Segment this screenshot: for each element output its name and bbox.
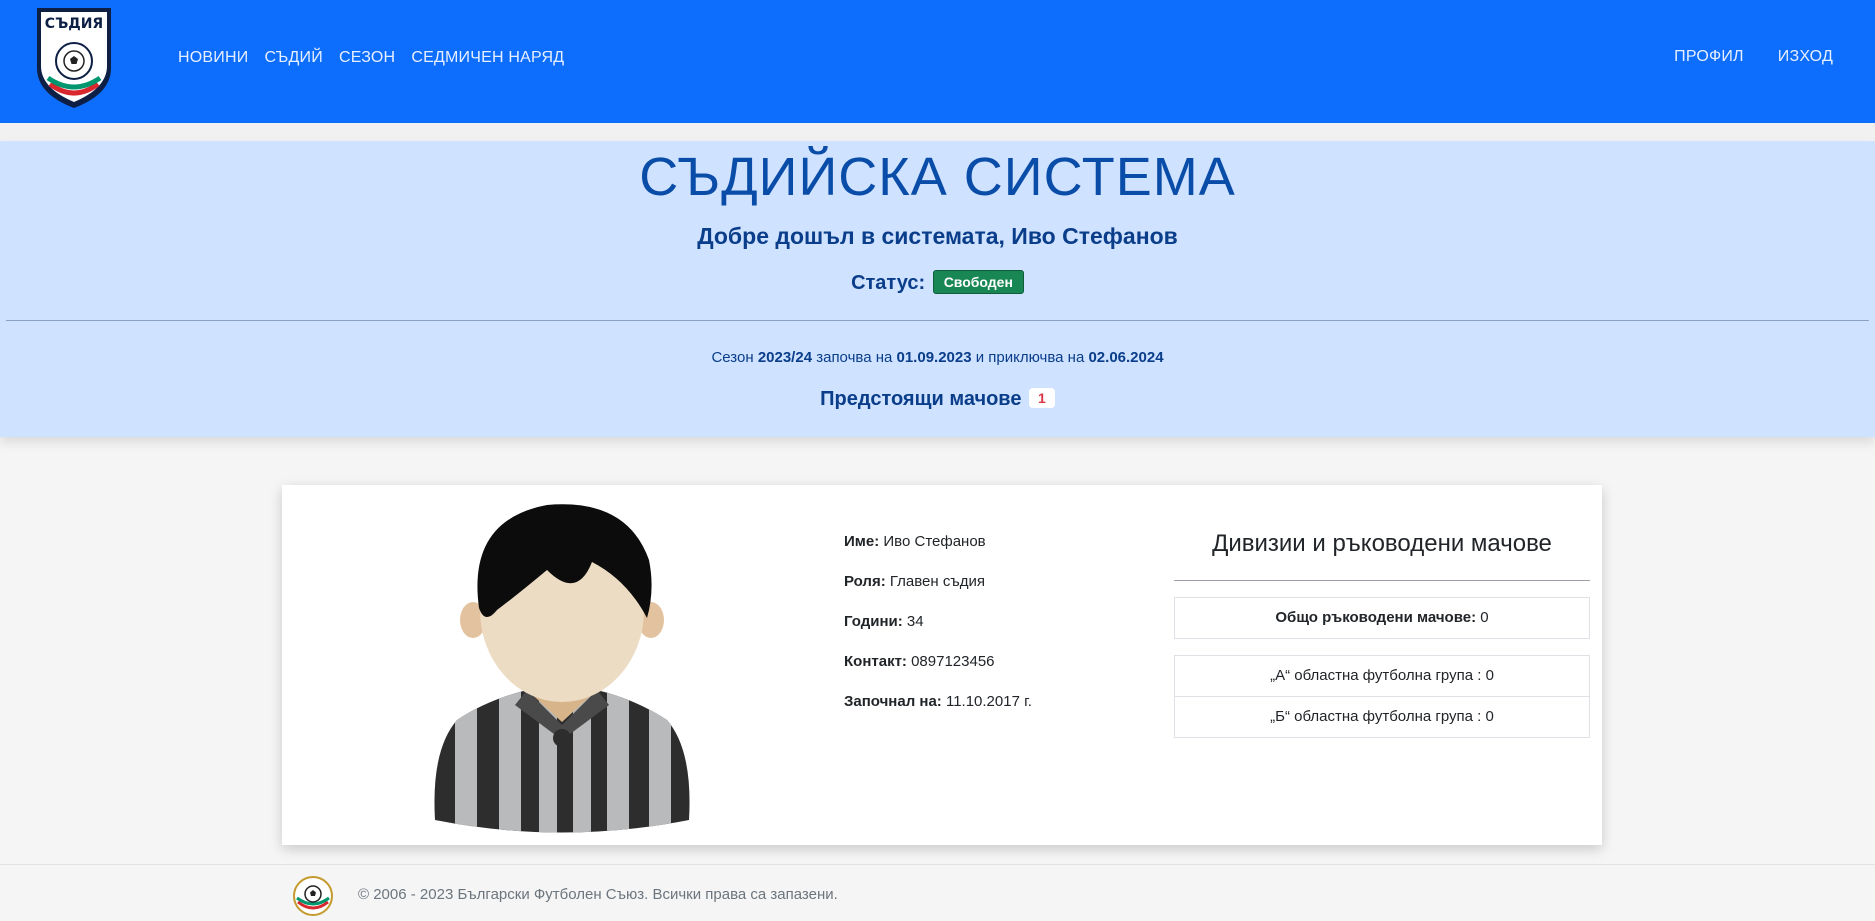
nav-weekly-assignment-link[interactable]: СЕДМИЧЕН НАРЯД [411,49,564,67]
season-info: Сезон 2023/24 започва на 01.09.2023 и пр… [0,349,1875,366]
logout-link[interactable]: ИЗХОД [1778,48,1833,66]
profile-card: Име: Иво Стефанов Роля: Главен съдия Год… [282,485,1602,845]
profile-name-label: Име: [844,533,880,550]
hero-banner: СЪДИЙСКА СИСТЕМА Добре дошъл в системата… [0,141,1875,437]
top-navbar: СЪДИЯ НОВИНИ СЪДИЙ СЕЗОН СЕДМИЧЕН НАРЯД … [0,0,1875,123]
referee-avatar-icon [427,500,697,840]
status-line: Статус: Свободен [0,270,1875,295]
season-value: 2023/24 [757,349,813,366]
main-nav: НОВИНИ СЪДИЙ СЕЗОН СЕДМИЧЕН НАРЯД [178,49,564,67]
season-end-label: и приключва на [975,349,1085,366]
footer-divider [0,864,1875,865]
season-prefix: Сезон [711,349,754,366]
season-end-date: 02.06.2024 [1088,349,1164,366]
season-start-date: 01.09.2023 [896,349,972,366]
profile-name-row: Име: Иво Стефанов [844,533,1032,550]
nav-news-link[interactable]: НОВИНИ [178,49,248,67]
divisions-divider [1174,580,1590,581]
total-matches-box: Общо ръководени мачове: 0 [1174,597,1590,639]
referee-logo-icon[interactable]: СЪДИЯ [34,6,114,110]
upcoming-label: Предстоящи мачове [820,388,1022,410]
profile-age-label: Години: [844,613,903,630]
profile-link[interactable]: ПРОФИЛ [1674,48,1744,66]
total-matches-value: 0 [1480,609,1489,626]
list-item: „Б“ областна футболна група : 0 [1175,696,1589,737]
user-nav: ПРОФИЛ ИЗХОД [1674,48,1833,66]
bfs-footer-logo-icon [293,876,333,916]
status-badge: Свободен [932,270,1024,294]
nav-referees-link[interactable]: СЪДИЙ [264,49,323,67]
welcome-message: Добре дошъл в системата, Иво Стефанов [697,223,1178,249]
profile-role-value: Главен съдия [889,573,985,590]
upcoming-count-badge: 1 [1029,388,1055,408]
divisions-list: „А“ областна футболна група : 0 „Б“ обла… [1174,655,1590,738]
season-start-label: започва на [816,349,893,366]
total-matches-label: Общо ръководени мачове: [1275,609,1477,626]
profile-started-row: Започнал на: 11.10.2017 г. [844,693,1032,710]
profile-name-value: Иво Стефанов [883,533,986,550]
upcoming-matches: Предстоящи мачове 1 [0,388,1875,411]
profile-age-value: 34 [906,613,924,630]
profile-contact-row: Контакт: 0897123456 [844,653,1032,670]
profile-info: Име: Иво Стефанов Роля: Главен съдия Год… [844,533,1032,733]
profile-role-label: Роля: [844,573,886,590]
footer-copyright: © 2006 - 2023 Български Футболен Съюз. В… [358,886,838,903]
profile-role-row: Роля: Главен съдия [844,573,1032,590]
divisions-title: Дивизии и ръководени мачове [1212,530,1552,557]
hero-divider [6,320,1869,321]
profile-contact-value: 0897123456 [911,653,995,670]
profile-age-row: Години: 34 [844,613,1032,630]
svg-text:СЪДИЯ: СЪДИЯ [45,16,103,32]
status-label: Статус: [851,272,926,294]
profile-started-value: 11.10.2017 г. [945,693,1032,710]
divisions-panel: Дивизии и ръководени мачове Общо ръковод… [1174,530,1590,738]
profile-contact-label: Контакт: [844,653,907,670]
page-title: СЪДИЙСКА СИСТЕМА [639,147,1236,207]
profile-started-label: Започнал на: [844,693,942,710]
navbar-spacer [0,123,1875,141]
list-item: „А“ областна футболна група : 0 [1270,667,1494,684]
nav-season-link[interactable]: СЕЗОН [339,49,395,67]
